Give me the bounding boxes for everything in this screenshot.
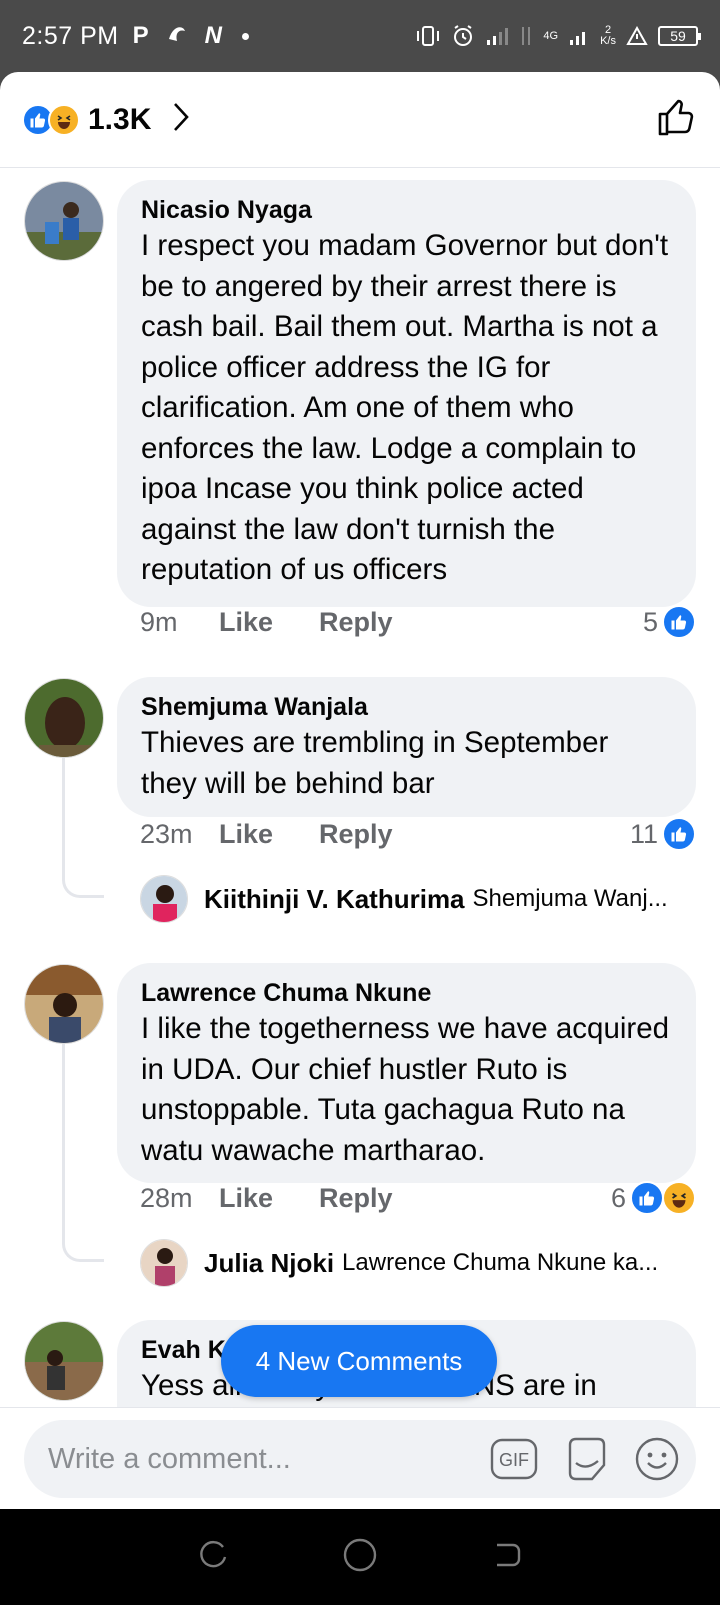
comment-reaction-count[interactable]: 5: [643, 605, 696, 639]
network-type-label: 4G: [543, 29, 559, 42]
thumbs-up-icon: [658, 99, 694, 136]
comment-reaction-count[interactable]: 11: [630, 817, 696, 851]
reaction-number: 11: [629, 818, 658, 849]
reply-snippet: Shemjuma Wanj...: [472, 885, 668, 912]
reply-button[interactable]: Reply: [319, 607, 393, 638]
recent-apps-icon[interactable]: [197, 1539, 229, 1576]
net-speed-unit: K/s: [600, 35, 616, 47]
signal-icon: [487, 28, 509, 45]
back-icon[interactable]: [491, 1539, 523, 1576]
comment-text: Thieves are trembling in September they …: [141, 726, 609, 800]
smiley-icon: [635, 1437, 679, 1481]
reaction-count: 1.3K: [88, 102, 152, 136]
haha-reaction-icon: [662, 1181, 696, 1215]
avatar[interactable]: [140, 875, 188, 923]
avatar[interactable]: [24, 1321, 104, 1401]
comment-time: 23m: [140, 819, 193, 849]
comment-composer: GIF: [0, 1407, 720, 1509]
comments-list: Nicasio Nyaga I respect you madam Govern…: [0, 169, 720, 1479]
home-icon[interactable]: [342, 1537, 378, 1578]
comment-actions: 9m Like Reply: [140, 607, 439, 638]
alarm-icon: [454, 25, 473, 46]
comments-sheet: 1.3K Nicasio Nyaga I respect you madam G…: [0, 72, 720, 1509]
comment-bubble[interactable]: Lawrence Chuma Nkune I like the together…: [117, 963, 696, 1183]
like-reaction-icon: [630, 1181, 664, 1215]
like-button[interactable]: Like: [219, 819, 273, 850]
warning-icon: [626, 26, 648, 45]
comment-author[interactable]: Nicasio Nyaga: [141, 194, 672, 226]
reactions-header[interactable]: 1.3K: [0, 72, 720, 168]
comment-bubble[interactable]: Nicasio Nyaga I respect you madam Govern…: [117, 180, 696, 607]
app-notification-icon-p: P: [132, 22, 149, 49]
status-indicators: 4G 2 K/s 59: [415, 24, 701, 48]
reply-preview[interactable]: Kiithinji V. Kathurima Shemjuma Wanj...: [140, 875, 668, 923]
signal-icon-2: [570, 32, 586, 45]
comment-reaction-count[interactable]: 6: [611, 1181, 696, 1215]
reply-button[interactable]: Reply: [319, 819, 393, 850]
reaction-number: 5: [642, 606, 658, 637]
net-speed: 2 K/s: [600, 25, 616, 47]
data-transfer-icon: [522, 27, 531, 45]
reaction-number: 6: [610, 1182, 626, 1213]
new-comments-button[interactable]: 4 New Comments: [221, 1325, 497, 1397]
reply-snippet: Lawrence Chuma Nkune ka...: [342, 1249, 659, 1276]
sticker-button[interactable]: [562, 1435, 610, 1483]
avatar[interactable]: [24, 678, 104, 758]
chevron-right-icon[interactable]: [171, 101, 191, 138]
reply-thread-line: [62, 1044, 104, 1262]
haha-reaction-icon: [48, 103, 80, 136]
reply-author[interactable]: Julia Njoki: [204, 1248, 334, 1279]
gif-button[interactable]: GIF: [490, 1438, 538, 1480]
reply-button[interactable]: Reply: [319, 1183, 393, 1214]
status-time: 2:57 PM: [22, 21, 119, 50]
comment-input[interactable]: [48, 1442, 466, 1476]
vibrate-icon: [417, 26, 440, 46]
comment-time: 9m: [140, 607, 178, 637]
reply-thread-line: [62, 758, 104, 898]
emoji-button[interactable]: [634, 1436, 680, 1482]
comment-actions: 23m Like Reply: [140, 819, 439, 850]
gif-label: GIF: [499, 1450, 529, 1470]
like-reaction-icon: [662, 817, 696, 851]
avatar[interactable]: [24, 181, 104, 261]
comment-bubble[interactable]: Shemjuma Wanjala Thieves are trembling i…: [117, 677, 696, 817]
app-notification-icon-n: N: [204, 22, 222, 49]
comment-input-container[interactable]: GIF: [24, 1420, 696, 1498]
like-button[interactable]: Like: [219, 1183, 273, 1214]
comment-text: I like the togetherness we have acquired…: [141, 1012, 670, 1167]
comment-text: I respect you madam Governor but don't b…: [141, 229, 669, 586]
reply-preview[interactable]: Julia Njoki Lawrence Chuma Nkune ka...: [140, 1239, 658, 1287]
avatar[interactable]: [24, 964, 104, 1044]
comment-author[interactable]: Shemjuma Wanjala: [141, 691, 672, 723]
comment-author[interactable]: Lawrence Chuma Nkune: [141, 977, 672, 1009]
like-button[interactable]: Like: [219, 607, 273, 638]
battery-level: 59: [670, 28, 686, 44]
comment-actions: 28m Like Reply: [140, 1183, 439, 1214]
comment-time: 28m: [140, 1183, 193, 1213]
system-navigation-bar: [0, 1509, 720, 1605]
notification-icons: P N: [133, 21, 249, 52]
status-bar: 2:57 PM P N 4G 2 K/s 59: [0, 0, 720, 72]
battery-icon: 59: [658, 26, 701, 46]
reply-author[interactable]: Kiithinji V. Kathurima: [204, 884, 465, 915]
avatar[interactable]: [140, 1239, 188, 1287]
like-reaction-icon: [662, 605, 696, 639]
more-notifications-icon: [241, 32, 249, 40]
network-type: 4G: [543, 29, 559, 42]
like-post-button[interactable]: [656, 96, 698, 143]
sticker-icon: [568, 1437, 606, 1481]
app-notification-icon-swirl: [165, 21, 189, 52]
